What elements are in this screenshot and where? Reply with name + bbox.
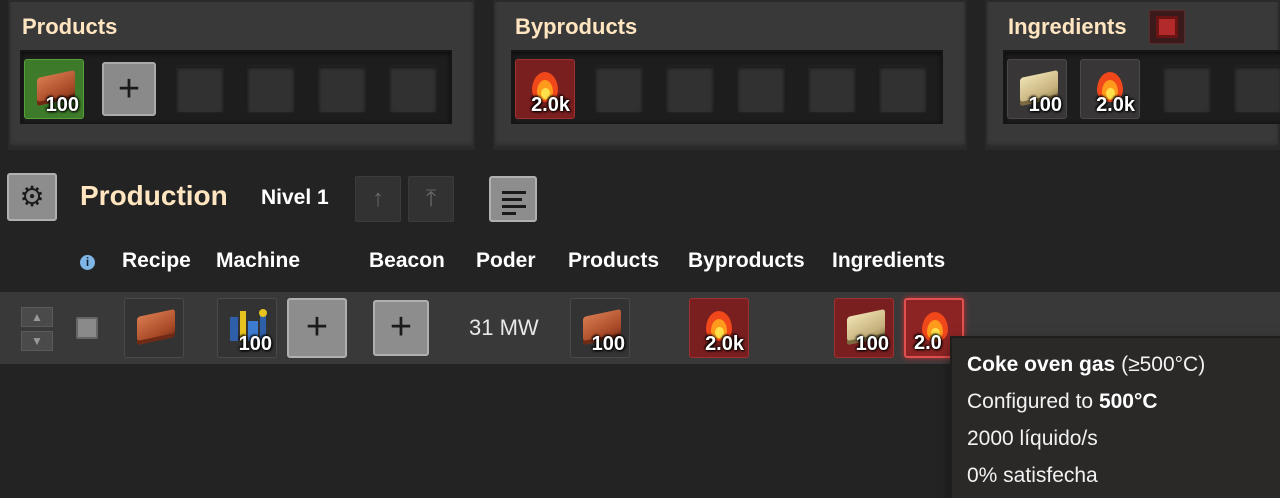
tooltip-item-name: Coke oven gas [967,353,1116,376]
add-product-button[interactable]: + [102,62,156,116]
tooltip-configured: Configured to 500°C [967,383,1280,420]
plus-icon: + [305,306,329,348]
row-checkbox[interactable] [76,317,98,339]
chevron-up-icon: ▲ [31,310,43,324]
machine-chip-icon[interactable] [1149,10,1185,44]
column-recipe: Recipe [122,249,191,272]
column-machine: Machine [216,249,301,272]
byproducts-panel: Byproducts 2.0k [493,0,967,150]
byproduct-slot-gas[interactable]: 2.0k [515,59,575,119]
tooltip-flow: 2000 líquido/s [967,427,1098,450]
brick-icon [137,308,175,346]
empty-slot[interactable] [318,65,366,113]
products-slotbar: 100 + [20,50,452,124]
products-panel: Products 100 + [8,0,475,150]
empty-slot[interactable] [879,65,927,113]
ingredient-slot-stone[interactable]: 100 [1007,59,1067,119]
level-label: Nivel 1 [261,186,329,209]
empty-slot[interactable] [595,65,643,113]
product-count: 100 [45,94,79,116]
tooltip-satisfaction: 0% satisfecha [967,464,1098,487]
level-top-button[interactable]: ⤒ [408,176,454,222]
product-slot-brick[interactable]: 100 [24,59,84,119]
empty-slot[interactable] [1234,65,1280,113]
move-down-button[interactable]: ▼ [21,331,53,351]
ingredient-slot-gas[interactable]: 2.0k [1080,59,1140,119]
power-value: 31 MW [469,315,539,340]
arrow-to-top-icon: ⤒ [425,185,437,212]
info-icon[interactable]: i [80,255,95,270]
list-view-button[interactable] [489,176,537,222]
byproduct-count: 2.0k [531,94,570,116]
ingredients-slotbar: 100 2.0k [1003,50,1280,124]
ingredient-count: 100 [855,333,889,355]
empty-slot[interactable] [737,65,785,113]
move-up-button[interactable]: ▲ [21,307,53,327]
tooltip-configured-value: 500°C [1098,390,1158,413]
plus-icon: + [389,306,413,348]
ingredients-panel-title: Ingredients [1008,14,1127,39]
empty-slot[interactable] [247,65,295,113]
settings-button[interactable]: ⚙ [7,173,57,221]
ingredient-count: 100 [1028,94,1062,116]
tooltip-title: Coke oven gas (≥500°C) [967,346,1280,383]
gear-icon: ⚙ [19,181,45,212]
production-title: Production [80,180,228,211]
row-product-slot[interactable]: 100 [570,298,630,358]
empty-slot[interactable] [808,65,856,113]
row-ingredient-slot-stone[interactable]: 100 [834,298,894,358]
byproducts-slotbar: 2.0k [511,50,943,124]
machine-button[interactable]: 100 [217,298,277,358]
ingredient-tooltip: Coke oven gas (≥500°C) Configured to 500… [952,338,1280,498]
byproduct-count: 2.0k [705,333,744,355]
plus-icon: + [117,68,141,110]
column-products: Products [568,249,660,272]
empty-slot[interactable] [666,65,714,113]
column-beacon: Beacon [369,249,445,272]
add-module-button[interactable]: + [287,298,347,358]
ingredient-count: 2.0k [1096,94,1135,116]
column-ingredients: Ingredients [832,249,946,272]
product-count: 100 [591,333,625,355]
column-byproducts: Byproducts [688,249,805,272]
tooltip-temp-range: (≥500°C) [1121,353,1206,376]
empty-slot[interactable] [176,65,224,113]
empty-slot[interactable] [389,65,437,113]
add-beacon-button[interactable]: + [373,300,429,356]
machine-count: 100 [238,333,272,355]
recipe-button[interactable] [124,298,184,358]
arrow-up-icon: ↑ [372,185,384,212]
chevron-down-icon: ▼ [31,334,43,348]
row-byproduct-slot[interactable]: 2.0k [689,298,749,358]
byproducts-panel-title: Byproducts [515,14,638,39]
tooltip-configured-prefix: Configured to [967,390,1094,413]
products-panel-title: Products [22,14,118,39]
empty-slot[interactable] [1163,65,1211,113]
column-power: Poder [476,249,536,272]
level-up-button[interactable]: ↑ [355,176,401,222]
ingredients-panel: Ingredients 100 2.0k [985,0,1280,150]
ingredient-count: 2.0 [914,332,942,354]
